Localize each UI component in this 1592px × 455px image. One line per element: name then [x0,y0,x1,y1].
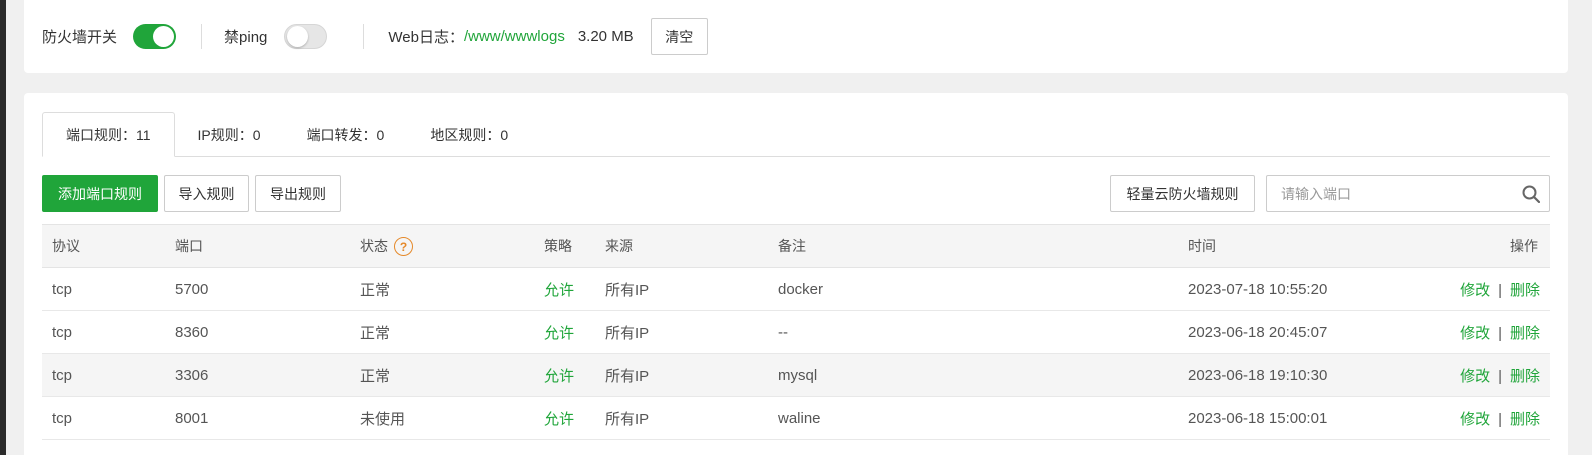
divider [363,24,365,49]
cell-time: 2023-06-18 19:10:30 [1178,353,1436,397]
col-policy: 策略 [534,224,595,268]
toggle-knob [287,26,309,47]
cell-time: 2023-07-18 10:55:20 [1178,267,1436,311]
weblog-path-link[interactable]: /www/wwwlogs [464,28,565,45]
clear-log-button[interactable]: 清空 [650,18,708,55]
col-status-label: 状态 [360,237,388,254]
port-search-box [1266,175,1550,212]
delete-link[interactable]: 删除 [1510,368,1540,385]
cell-source: 所有IP [595,396,768,440]
op-separator: | [1498,410,1502,428]
weblog-label: Web日志： [388,29,464,46]
edit-link[interactable]: 修改 [1460,368,1490,385]
op-separator: | [1498,367,1502,385]
cell-ops: 修改 | 删除 [1436,396,1550,440]
col-time: 时间 [1178,224,1436,268]
table-header-row: 协议 端口 状态? 策略 来源 备注 时间 操作 [42,224,1550,268]
cell-source: 所有IP [595,267,768,311]
op-separator: | [1498,324,1502,342]
firewall-toggle[interactable] [133,24,177,49]
firewall-settings-bar: 防火墙开关 禁ping Web日志： /www/wwwlogs 3.20 MB … [24,0,1568,73]
edit-link[interactable]: 修改 [1460,411,1490,428]
help-icon[interactable]: ? [394,237,413,257]
delete-link[interactable]: 删除 [1510,411,1540,428]
tab-region-rules[interactable]: 地区规则：0 [407,112,531,157]
cloud-firewall-rules-button[interactable]: 轻量云防火墙规则 [1110,175,1255,212]
import-rules-button[interactable]: 导入规则 [164,175,249,212]
cell-note: -- [768,310,1178,354]
cell-protocol: tcp [42,353,165,397]
op-separator: | [1498,281,1502,299]
cell-protocol: tcp [42,396,165,440]
table-row: tcp 5700 正常 允许 所有IP docker 2023-07-18 10… [42,267,1550,311]
port-rules-table: 协议 端口 状态? 策略 来源 备注 时间 操作 tcp 5700 正常 允许 … [42,224,1550,440]
rule-tabs: 端口规则：11 IP规则：0 端口转发：0 地区规则：0 [42,112,1550,157]
toggle-knob [153,26,175,47]
cell-status: 正常 [350,310,534,354]
divider [201,24,203,49]
cell-ops: 修改 | 删除 [1436,310,1550,354]
delete-link[interactable]: 删除 [1510,325,1540,342]
rules-panel: 端口规则：11 IP规则：0 端口转发：0 地区规则：0 添加端口规则 导入规则… [24,93,1568,455]
cell-port: 8360 [165,310,350,354]
cell-ops: 修改 | 删除 [1436,267,1550,311]
cell-time: 2023-06-18 15:00:01 [1178,396,1436,440]
tab-port-forward[interactable]: 端口转发：0 [284,112,408,157]
edit-link[interactable]: 修改 [1460,282,1490,299]
cell-port: 5700 [165,267,350,311]
col-status: 状态? [350,224,534,268]
col-ops: 操作 [1436,224,1550,268]
cell-status: 未使用 [350,396,534,440]
firewall-switch-label: 防火墙开关 [42,29,118,46]
col-source: 来源 [595,224,768,268]
left-edge-strip [0,0,6,455]
col-port: 端口 [165,224,350,268]
cell-note: waline [768,396,1178,440]
cell-source: 所有IP [595,353,768,397]
ping-switch-label: 禁ping [224,29,268,46]
cell-ops: 修改 | 删除 [1436,353,1550,397]
cell-policy: 允许 [534,310,595,354]
port-search-input[interactable] [1267,176,1513,211]
col-note: 备注 [768,224,1178,268]
edit-link[interactable]: 修改 [1460,325,1490,342]
cell-policy: 允许 [534,267,595,311]
cell-protocol: tcp [42,310,165,354]
cell-status: 正常 [350,353,534,397]
cell-time: 2023-06-18 20:45:07 [1178,310,1436,354]
weblog-size: 3.20 MB [577,28,634,45]
table-row: tcp 3306 正常 允许 所有IP mysql 2023-06-18 19:… [42,353,1550,397]
cell-port: 8001 [165,396,350,440]
export-rules-button[interactable]: 导出规则 [255,175,341,212]
cell-note: docker [768,267,1178,311]
tab-ip-rules[interactable]: IP规则：0 [175,112,284,157]
cell-status: 正常 [350,267,534,311]
add-port-rule-button[interactable]: 添加端口规则 [42,175,158,212]
table-row: tcp 8360 正常 允许 所有IP -- 2023-06-18 20:45:… [42,310,1550,354]
delete-link[interactable]: 删除 [1510,282,1540,299]
cell-policy: 允许 [534,396,595,440]
table-row: tcp 8001 未使用 允许 所有IP waline 2023-06-18 1… [42,396,1550,440]
cell-policy: 允许 [534,353,595,397]
tab-port-rules[interactable]: 端口规则：11 [42,112,175,157]
cell-port: 3306 [165,353,350,397]
cell-source: 所有IP [595,310,768,354]
col-protocol: 协议 [42,224,165,268]
cell-note: mysql [768,353,1178,397]
ping-toggle[interactable] [284,24,328,49]
search-icon[interactable] [1513,176,1549,211]
cell-protocol: tcp [42,267,165,311]
